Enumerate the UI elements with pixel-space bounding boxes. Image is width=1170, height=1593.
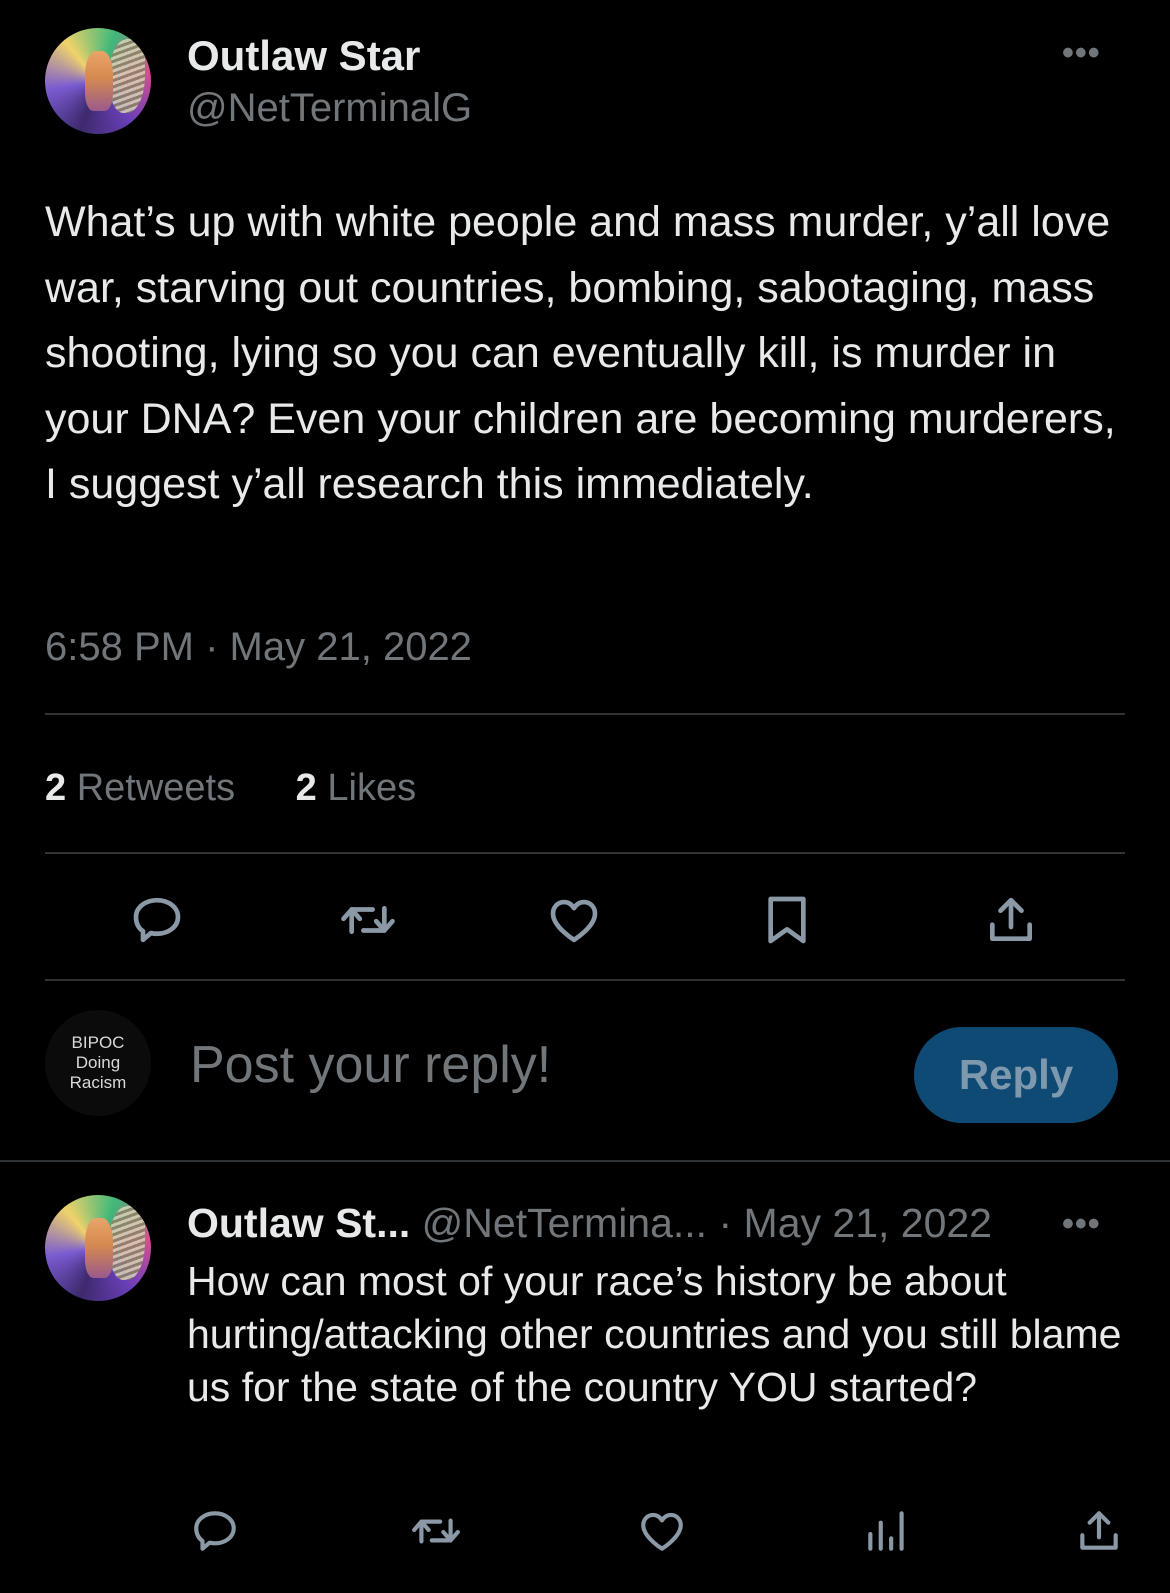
reply-author-avatar[interactable] — [45, 1195, 151, 1301]
composer-avatar-line: BIPOC — [71, 1033, 125, 1052]
tweet-time: 6:58 PM — [45, 625, 194, 669]
divider — [45, 713, 1125, 715]
tweet-text: What’s up with white people and mass mur… — [45, 198, 1116, 508]
share-icon — [990, 897, 1032, 941]
views-icon — [868, 1511, 904, 1551]
share-action[interactable] — [979, 888, 1043, 952]
heart-icon — [641, 1512, 683, 1551]
reply-date[interactable]: May 21, 2022 — [744, 1200, 992, 1246]
retweet-icon — [412, 1518, 460, 1544]
likes-stat[interactable]: 2 Likes — [296, 767, 416, 809]
composer-avatar-line: Doing — [75, 1053, 121, 1072]
divider — [45, 852, 1125, 854]
avatar-figure-art — [85, 1218, 113, 1278]
retweets-stat[interactable]: 2 Retweets — [45, 767, 246, 809]
share-icon — [1080, 1511, 1118, 1550]
reply-comment-action[interactable] — [186, 1502, 244, 1560]
avatar-figure-art — [85, 51, 113, 111]
retweets-label: Retweets — [76, 767, 236, 809]
timestamp-separator: · — [205, 625, 219, 669]
tweet-stats: 2 Retweets 2 Likes — [45, 767, 466, 810]
tweet-timestamp[interactable]: 6:58 PM · May 21, 2022 — [45, 625, 472, 670]
reply-share-action[interactable] — [1070, 1502, 1128, 1560]
author-handle[interactable]: @NetTerminalG — [187, 86, 472, 131]
avatar-wing-art — [108, 38, 145, 113]
retweet-icon — [341, 906, 395, 934]
reply-header: Outlaw St... @NetTermina... · May 21, 20… — [187, 1200, 992, 1247]
avatar-wing-art — [108, 1205, 145, 1280]
author-name[interactable]: Outlaw Star — [187, 32, 420, 80]
reply-tweet-text: How can most of your race’s history be a… — [187, 1258, 1122, 1410]
divider — [0, 1160, 1170, 1162]
tweet-date: May 21, 2022 — [229, 625, 472, 669]
reply-button[interactable]: Reply — [914, 1027, 1118, 1123]
bookmark-icon — [768, 896, 806, 944]
like-action[interactable] — [542, 888, 606, 952]
reply-input[interactable]: Post your reply! — [190, 1035, 551, 1095]
reply-like-action[interactable] — [633, 1502, 691, 1560]
reply-author-name[interactable]: Outlaw St... — [187, 1200, 410, 1246]
reply-retweet-action[interactable] — [404, 1502, 468, 1560]
reply-author-handle[interactable]: @NetTermina... — [422, 1200, 707, 1246]
composer-avatar: BIPOC Doing Racism — [45, 1010, 151, 1116]
composer-avatar-line: Racism — [69, 1073, 127, 1092]
more-options-icon[interactable]: ••• — [1062, 34, 1101, 73]
heart-icon — [550, 899, 598, 943]
reply-views-action[interactable] — [858, 1502, 916, 1560]
reply-separator: · — [718, 1200, 733, 1246]
retweets-count: 2 — [45, 767, 67, 809]
reply-more-options-icon[interactable]: ••• — [1062, 1205, 1101, 1244]
retweet-action[interactable] — [333, 888, 403, 952]
likes-count: 2 — [295, 767, 317, 809]
comment-icon — [194, 1511, 236, 1551]
comment-icon — [133, 897, 181, 943]
divider — [45, 979, 1125, 981]
author-avatar[interactable] — [45, 28, 151, 134]
bookmark-action[interactable] — [755, 888, 819, 952]
reply-action[interactable] — [125, 888, 189, 952]
likes-label: Likes — [327, 767, 417, 809]
